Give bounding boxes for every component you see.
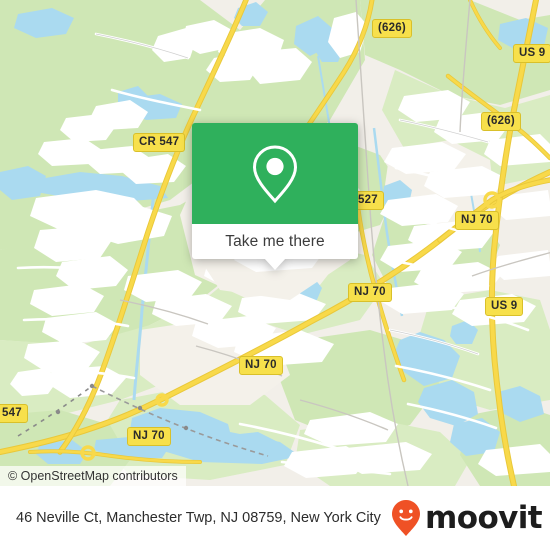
road-shield: NJ 70 xyxy=(239,356,283,375)
location-callout-card[interactable]: Take me there xyxy=(192,123,358,270)
road-shield: US 9 xyxy=(513,44,550,63)
road-shield: NJ 70 xyxy=(455,211,499,230)
map-canvas[interactable]: (626) US 9 (626) CR 547 527 NJ 70 NJ 70 … xyxy=(0,0,550,486)
callout-image-panel xyxy=(192,123,358,224)
road-shield: 547 xyxy=(0,404,28,423)
map-screenshot: (626) US 9 (626) CR 547 527 NJ 70 NJ 70 … xyxy=(0,0,550,550)
road-shield: NJ 70 xyxy=(127,427,171,446)
road-shield: (626) xyxy=(481,112,521,131)
callout-pointer xyxy=(264,258,286,270)
footer-bar: 46 Neville Ct, Manchester Twp, NJ 08759,… xyxy=(0,486,550,550)
moovit-pin-smiley-icon xyxy=(391,499,421,537)
road-shield: US 9 xyxy=(485,297,524,316)
road-shield: CR 547 xyxy=(133,133,186,152)
road-shield: NJ 70 xyxy=(348,283,392,302)
map-attribution[interactable]: © OpenStreetMap contributors xyxy=(0,466,186,486)
attribution-text: © OpenStreetMap contributors xyxy=(8,469,178,483)
moovit-logo[interactable]: moovit xyxy=(391,499,543,537)
callout-action-panel[interactable]: Take me there xyxy=(192,224,358,259)
map-pin-icon xyxy=(192,123,358,224)
take-me-there-label: Take me there xyxy=(225,232,325,250)
moovit-wordmark: moovit xyxy=(425,499,543,536)
address-label: 46 Neville Ct, Manchester Twp, NJ 08759,… xyxy=(16,509,381,526)
road-shield: (626) xyxy=(372,19,412,38)
